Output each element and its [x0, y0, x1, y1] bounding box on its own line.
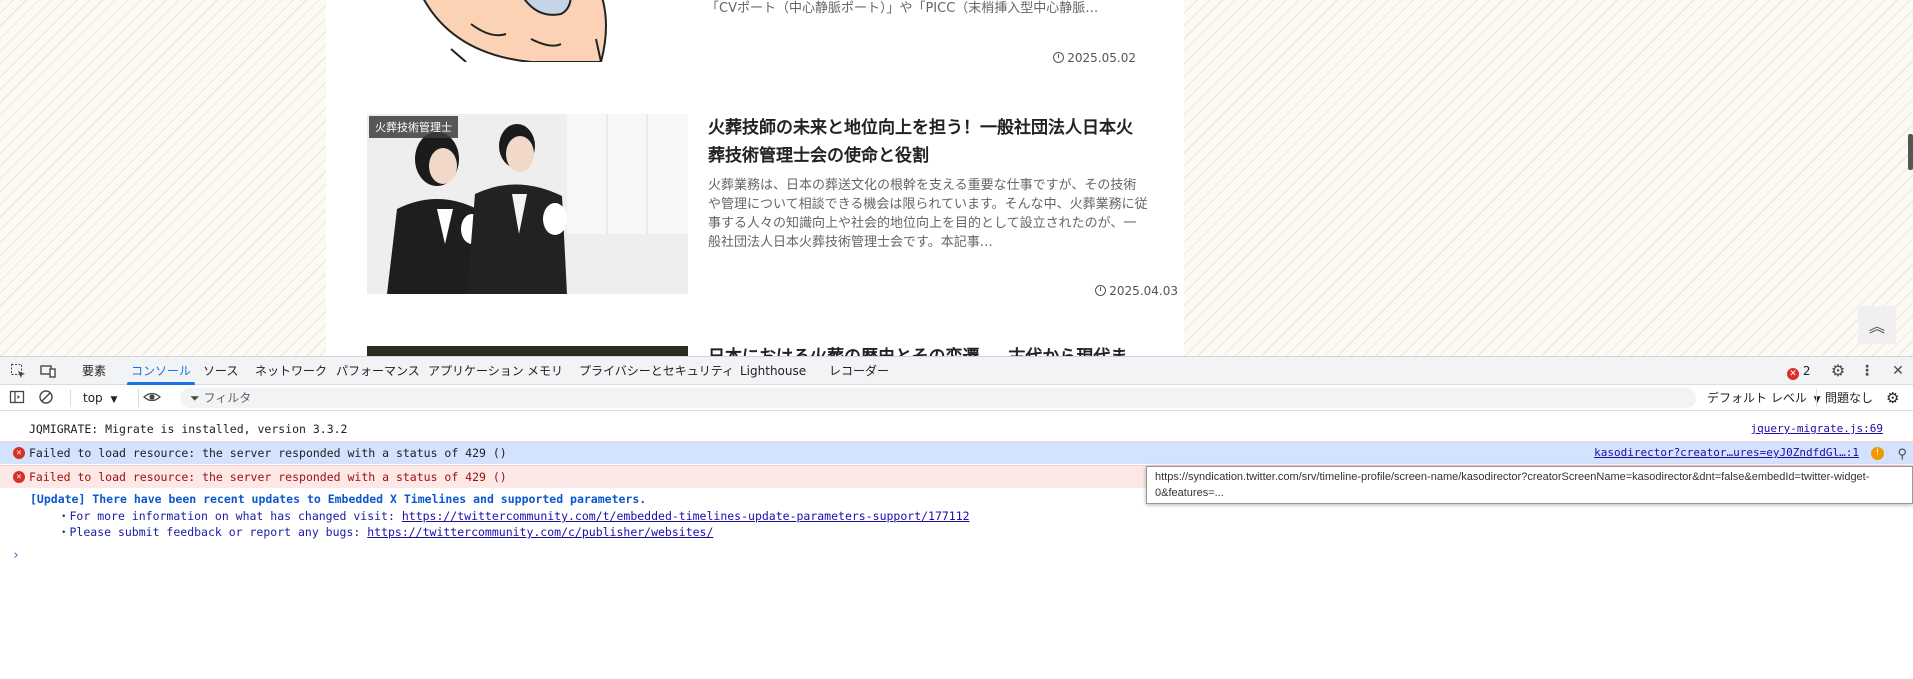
- tab-application[interactable]: アプリケーション: [428, 357, 524, 385]
- context-selector[interactable]: top ▼: [70, 389, 117, 407]
- console-filter-input[interactable]: ⏷ フィルタ: [180, 388, 1696, 408]
- article-date: 2025.04.03: [1095, 284, 1178, 298]
- x-update-headline: [Update] There have been recent updates …: [30, 492, 647, 506]
- category-badge[interactable]: 火葬技術管理士: [369, 116, 458, 138]
- more-options-icon[interactable]: ⋮: [1859, 363, 1875, 379]
- log-level-dropdown[interactable]: デフォルト レベル ▼: [1707, 389, 1821, 407]
- console-message[interactable]: JQMIGRATE: Migrate is installed, version…: [0, 418, 1913, 441]
- tab-recorder[interactable]: レコーダー: [829, 357, 889, 385]
- console-error-message[interactable]: ✕ Failed to load resource: the server re…: [0, 441, 1913, 464]
- clear-console-icon[interactable]: [38, 389, 54, 407]
- scrollbar-thumb[interactable]: [1908, 134, 1913, 170]
- double-chevron-up-icon: ︽: [1868, 317, 1885, 336]
- sidebar-toggle-icon[interactable]: [9, 389, 25, 407]
- article-excerpt: 火葬業務は、日本の葬送文化の根幹を支える重要な仕事ですが、その技術や管理について…: [708, 178, 1148, 250]
- console-prompt[interactable]: ›: [12, 548, 20, 563]
- live-expression-eye-icon[interactable]: [138, 389, 161, 407]
- error-count-badge[interactable]: ✕ 2: [1787, 364, 1810, 380]
- error-icon: ✕: [13, 471, 25, 483]
- article-title[interactable]: 日本における火葬の歴史とその変遷 ― 古代から現代ま: [708, 343, 1148, 356]
- article-card[interactable]: 火葬技術管理士 火葬技師の未来と地位向上を担う！一般社団法人日本火葬技術管理士会…: [367, 114, 1178, 298]
- nurse-illustration-image[interactable]: [411, 0, 641, 62]
- article-list: 「CVポート（中心静脈ポート）」や「PICC（末梢挿入型中心静脈… 2025.0…: [326, 0, 1184, 356]
- tab-console[interactable]: コンソール: [126, 357, 196, 385]
- inspect-element-icon[interactable]: [10, 363, 26, 379]
- x-update-info-line: ・For more information on what has change…: [58, 509, 970, 523]
- console-toolbar: top ▼ ⏷ フィルタ デフォルト レベル ▼ 問題なし ⚙: [0, 385, 1913, 411]
- article-excerpt: 「CVポート（中心静脈ポート）」や「PICC（末梢挿入型中心静脈…: [706, 1, 1099, 16]
- x-update-feedback-line: ・Please submit feedback or report any bu…: [58, 525, 714, 539]
- article-date: 2025.05.02: [1053, 51, 1136, 65]
- close-devtools-icon[interactable]: ✕: [1890, 363, 1906, 379]
- tab-network[interactable]: ネットワーク: [255, 357, 327, 385]
- error-icon: ✕: [1787, 368, 1799, 380]
- tab-memory[interactable]: メモリ: [527, 357, 563, 385]
- article-thumbnail[interactable]: 火葬技術管理士: [367, 114, 688, 294]
- tab-performance[interactable]: パフォーマンス: [336, 357, 420, 385]
- clock-icon: [1095, 285, 1107, 296]
- page-viewport: 「CVポート（中心静脈ポート）」や「PICC（末梢挿入型中心静脈… 2025.0…: [0, 0, 1913, 356]
- tab-elements[interactable]: 要素: [82, 357, 106, 385]
- error-icon: ✕: [13, 447, 25, 459]
- article-card[interactable]: 日本における火葬の歴史とその変遷 ― 古代から現代ま: [367, 346, 1147, 356]
- device-toolbar-icon[interactable]: [40, 363, 56, 379]
- x-update-message: [Update] There have been recent updates …: [30, 492, 646, 506]
- publisher-websites-link[interactable]: https://twittercommunity.com/c/publisher…: [367, 525, 713, 539]
- scroll-to-top-button[interactable]: ︽: [1858, 306, 1896, 344]
- tab-privacy-security[interactable]: プライバシーとセキュリティ: [579, 357, 734, 385]
- dropdown-arrow-icon: ▼: [110, 395, 118, 405]
- issues-button[interactable]: 問題なし: [1816, 389, 1873, 407]
- message-source-link[interactable]: kasodirector?creator…ures=eyJ0ZndfdGl…:1: [1594, 442, 1859, 464]
- url-tooltip: https://syndication.twitter.com/srv/time…: [1146, 466, 1913, 504]
- message-source-link[interactable]: jquery-migrate.js:69: [1751, 418, 1883, 440]
- devtools-tab-bar: 要素 コンソール ソース ネットワーク パフォーマンス アプリケーション メモリ…: [0, 357, 1913, 385]
- ai-insight-icon[interactable]: ⚲: [1897, 444, 1907, 466]
- filter-funnel-icon: ⏷: [190, 391, 200, 405]
- twitter-community-link[interactable]: https://twittercommunity.com/t/embedded-…: [402, 509, 970, 523]
- tab-lighthouse[interactable]: Lighthouse: [740, 357, 806, 385]
- article-title[interactable]: 火葬技師の未来と地位向上を担う！一般社団法人日本火葬技術管理士会の使命と役割: [708, 114, 1148, 170]
- settings-gear-icon[interactable]: ⚙: [1830, 363, 1846, 379]
- clock-icon: [1053, 52, 1065, 63]
- warning-circle-icon[interactable]: !: [1871, 447, 1884, 460]
- console-settings-gear-icon[interactable]: ⚙: [1886, 389, 1899, 407]
- article-thumbnail[interactable]: [367, 346, 688, 356]
- tab-sources[interactable]: ソース: [203, 357, 238, 385]
